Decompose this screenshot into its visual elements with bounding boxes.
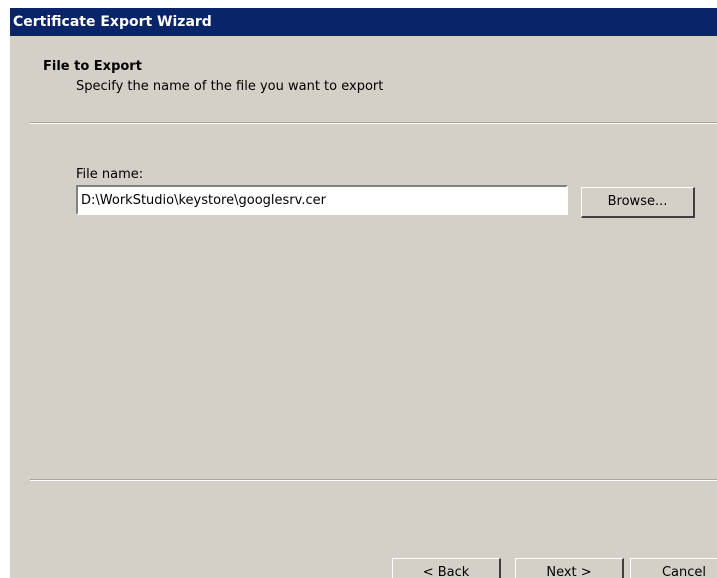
- page-title: File to Export: [43, 59, 142, 74]
- file-name-label: File name:: [76, 167, 144, 182]
- browse-button[interactable]: Browse...: [581, 187, 695, 218]
- title-bar[interactable]: Certificate Export Wizard: [10, 8, 717, 36]
- footer-divider: [30, 479, 717, 481]
- wizard-header: File to Export Specify the name of the f…: [10, 36, 717, 122]
- back-button[interactable]: < Back: [392, 558, 501, 578]
- certificate-export-wizard-window: Certificate Export Wizard File to Export…: [10, 8, 717, 578]
- file-name-input[interactable]: [76, 185, 568, 215]
- header-divider: [30, 122, 717, 124]
- page-subtitle: Specify the name of the file you want to…: [76, 79, 384, 94]
- window-title: Certificate Export Wizard: [13, 14, 212, 30]
- next-button[interactable]: Next >: [515, 558, 624, 578]
- cancel-button[interactable]: Cancel: [630, 558, 717, 578]
